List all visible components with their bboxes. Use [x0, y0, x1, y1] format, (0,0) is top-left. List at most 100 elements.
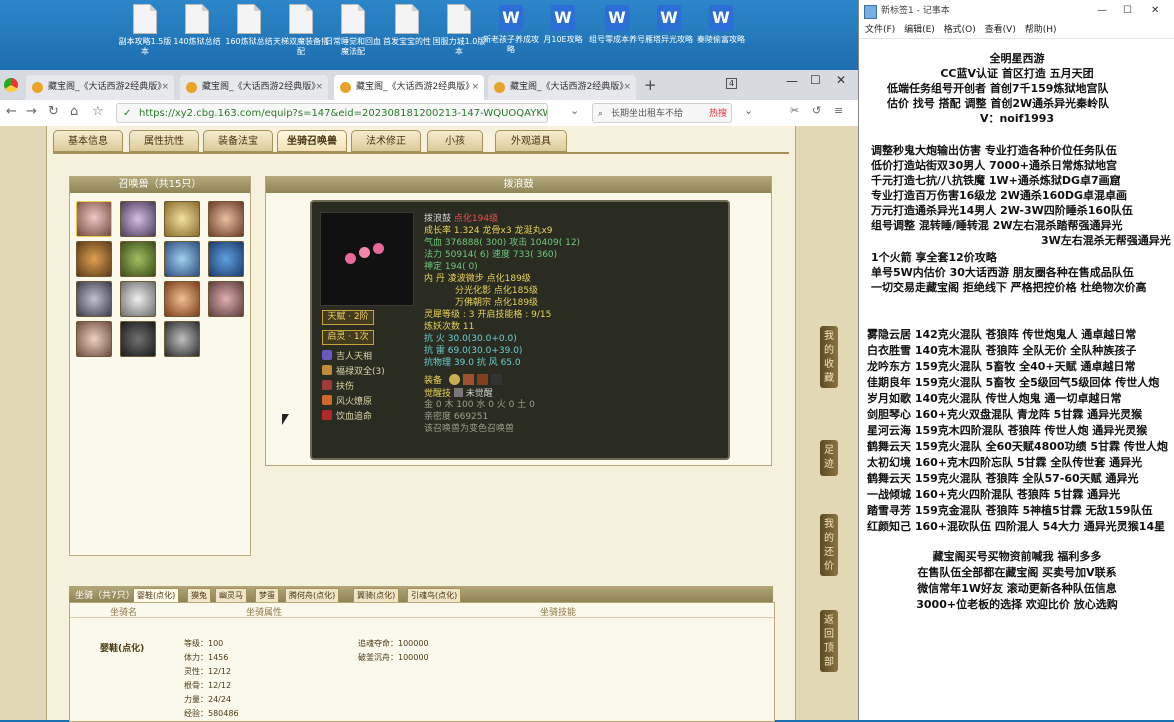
desktop-icon-word[interactable]: W 秦陵偷富攻略: [692, 4, 750, 45]
file-icon: [133, 4, 157, 34]
mount-tab[interactable]: 腾何舟(点化): [285, 588, 340, 603]
pet-avatar[interactable]: [164, 281, 200, 317]
desktop-icon-word[interactable]: W 雁塔异光攻略: [640, 4, 698, 45]
close-tab-icon[interactable]: ×: [623, 75, 631, 100]
close-tab-icon[interactable]: ×: [161, 75, 169, 100]
desktop-icon-file[interactable]: 天梯双魔装备搭配: [272, 4, 330, 57]
text-line: 剑胆琴心 160+克火双盘混队 青龙阵 5甘霖 通异光灵猴: [867, 408, 1143, 421]
url-bar[interactable]: ✓ https://xy2.cbg.163.com/equip?s=147&eid…: [116, 103, 548, 123]
new-tab-icon[interactable]: +: [644, 76, 657, 94]
more-menu-icon[interactable]: ⌄: [744, 104, 753, 117]
minimize-window-icon[interactable]: —: [786, 74, 798, 88]
text-line: 龙吟东方 159克火混队 5畜牧 全40+天赋 通卓越日常: [867, 360, 1136, 373]
refresh-icon[interactable]: ↻: [48, 104, 59, 119]
pet-skill[interactable]: 扶伤: [322, 380, 354, 393]
menu-help[interactable]: 帮助(H): [1025, 22, 1057, 38]
tab-count-badge[interactable]: 4: [726, 78, 738, 89]
close-window-icon[interactable]: ✕: [836, 73, 846, 87]
mount-tab[interactable]: 梦蛋: [255, 588, 279, 603]
footprint-button[interactable]: 足迹: [820, 440, 838, 476]
pet-skill[interactable]: 饮血追命: [322, 410, 372, 423]
pet-skill[interactable]: 吉人天相: [322, 350, 372, 363]
desktop-icon-file[interactable]: 副本攻略1.5版本: [116, 4, 174, 57]
pet-skill[interactable]: 福禄双全(3): [322, 365, 385, 378]
desktop-icon-file[interactable]: 160炼狱总结: [220, 4, 278, 47]
text-line: 雾隐云居 142克火混队 苍狼阵 传世炮鬼人 通卓越日常: [867, 328, 1137, 341]
pet-avatar[interactable]: [208, 281, 244, 317]
back-arrow-icon[interactable]: ←: [6, 104, 17, 119]
tab-child[interactable]: 小孩: [427, 130, 483, 152]
maximize-window-icon[interactable]: ☐: [1123, 0, 1132, 22]
equip-slot-icon[interactable]: [462, 374, 474, 385]
mount-tab[interactable]: 引魂鸟(点化): [407, 588, 462, 603]
desktop-icon-file[interactable]: 日常睡觉和回血魔法配: [324, 4, 382, 57]
minimize-window-icon[interactable]: —: [1097, 0, 1107, 22]
tab-equipment[interactable]: 装备法宝: [203, 130, 273, 152]
pet-avatar[interactable]: [164, 321, 200, 357]
equip-slot-icon[interactable]: [448, 374, 460, 385]
text-line: 鹤舞云天 159克火混队 苍狼阵 全队57-60天赋 通异光: [867, 472, 1139, 485]
pet-avatar[interactable]: [76, 321, 112, 357]
pet-avatar[interactable]: [120, 281, 156, 317]
file-icon: [395, 4, 419, 34]
desktop-icon-word[interactable]: W 月10E攻略: [534, 4, 592, 45]
menu-view[interactable]: 查看(V): [985, 22, 1016, 38]
desktop-icon-file[interactable]: 国服力城1.0版本: [430, 4, 488, 57]
dropdown-chevron-icon[interactable]: ⌄: [570, 104, 579, 117]
search-input[interactable]: ⌕ 长期坐出租车不给 热搜: [592, 103, 732, 123]
pet-avatar[interactable]: [76, 201, 112, 237]
forward-arrow-icon[interactable]: →: [26, 104, 37, 119]
browser-tab[interactable]: 藏宝阁_《大话西游2经典版》 ×: [26, 75, 174, 100]
mount-tab[interactable]: 幽灵马: [215, 588, 247, 603]
desktop-icon-file[interactable]: 140炼狱总结: [168, 4, 226, 47]
tab-basic-info[interactable]: 基本信息: [53, 130, 123, 152]
text-line: 低端任务组号开创者 首创7千159炼狱地宫队: [887, 82, 1109, 95]
pet-avatar[interactable]: [120, 201, 156, 237]
mount-tab[interactable]: 翼骑(点化): [353, 588, 400, 603]
maximize-window-icon[interactable]: ☐: [810, 73, 821, 87]
pet-avatar[interactable]: [120, 321, 156, 357]
close-tab-icon[interactable]: ×: [471, 75, 479, 100]
pet-skill[interactable]: 风火燎原: [322, 395, 372, 408]
pet-avatar[interactable]: [208, 201, 244, 237]
text-line: 岁月如歌 140克火混队 传世人炮鬼 通一切卓越日常: [867, 392, 1122, 405]
scissors-icon[interactable]: ✂: [790, 104, 799, 117]
back-to-top-button[interactable]: 返回顶部: [820, 610, 838, 672]
header-divider: [70, 617, 774, 618]
my-favorites-button[interactable]: 我的收藏: [820, 326, 838, 388]
mount-tab[interactable]: 獏兔: [187, 588, 211, 603]
tab-attributes[interactable]: 属性抗性: [129, 130, 199, 152]
menu-edit[interactable]: 编辑(E): [904, 22, 935, 38]
skill-icon: [322, 350, 332, 360]
close-tab-icon[interactable]: ×: [315, 75, 323, 100]
my-bargain-button[interactable]: 我的还价: [820, 514, 838, 576]
desktop-icon-file[interactable]: 首发宝宝的性: [378, 4, 436, 47]
undo-icon[interactable]: ↺: [812, 104, 821, 117]
browser-tab[interactable]: 藏宝阁_《大话西游2经典版》 ×: [488, 75, 636, 100]
equip-slot-icon[interactable]: [476, 374, 488, 385]
tab-mounts-pets[interactable]: 坐骑召唤兽: [277, 130, 347, 152]
hot-search-label[interactable]: 热搜: [709, 104, 727, 122]
pet-avatar[interactable]: [120, 241, 156, 277]
desktop-icon-word[interactable]: W 新老孩子养成攻略: [482, 4, 540, 55]
equip-slot-icon[interactable]: [490, 374, 502, 385]
tab-appearance[interactable]: 外观道具: [495, 130, 567, 152]
home-icon[interactable]: ⌂: [70, 104, 78, 119]
browser-logo-icon[interactable]: [4, 78, 18, 92]
menu-icon[interactable]: ≡: [834, 104, 843, 117]
browser-tab[interactable]: 藏宝阁_《大话西游2经典版》 ×: [180, 75, 328, 100]
close-window-icon[interactable]: ✕: [1151, 0, 1159, 22]
pet-avatar[interactable]: [76, 281, 112, 317]
desktop-icon-word[interactable]: W 组号零成本养号: [588, 4, 646, 45]
menu-format[interactable]: 格式(O): [944, 22, 976, 38]
pet-avatar[interactable]: [76, 241, 112, 277]
bookmark-star-icon[interactable]: ☆: [92, 104, 104, 119]
tab-spell-correction[interactable]: 法术修正: [351, 130, 421, 152]
pet-avatar[interactable]: [208, 241, 244, 277]
menu-file[interactable]: 文件(F): [865, 22, 895, 38]
pet-avatar[interactable]: [164, 201, 200, 237]
web-page: 基本信息 属性抗性 装备法宝 坐骑召唤兽 法术修正 小孩 外观道具 召唤兽（共1…: [0, 126, 858, 722]
pet-avatar[interactable]: [164, 241, 200, 277]
mount-tab[interactable]: 婴鞋(点化): [133, 588, 180, 603]
browser-tab-active[interactable]: 藏宝阁_《大话西游2经典版》 ×: [334, 75, 484, 100]
